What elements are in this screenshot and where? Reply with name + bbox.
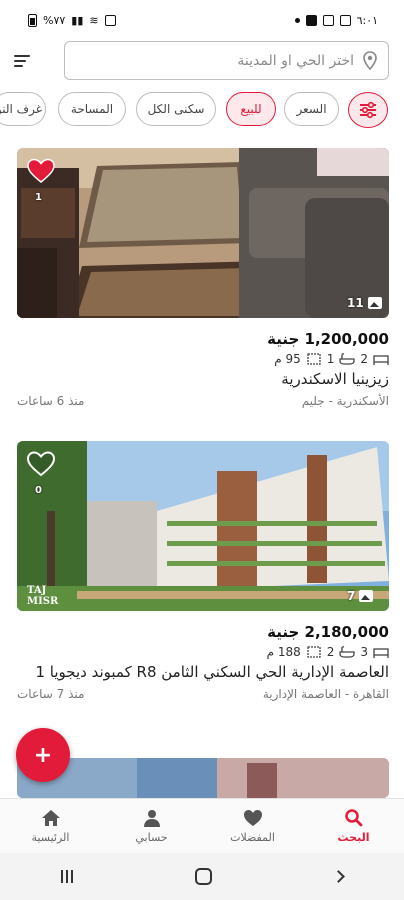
listing-card[interactable]: 1 11 1,200,000 جنية 2 1 95 م زيزينيا الا… xyxy=(17,148,389,408)
image-icon xyxy=(367,297,382,309)
listing-card-partial[interactable] xyxy=(17,758,389,798)
compound-building-photo xyxy=(17,441,389,611)
chip-residential[interactable]: سكنى الكل xyxy=(136,92,216,126)
watermark-top: TAJ xyxy=(27,585,47,596)
photo-count-badge: 7 xyxy=(347,589,374,603)
search-icon xyxy=(344,808,362,826)
area-value: 188 م xyxy=(266,645,301,659)
chip-bedrooms[interactable]: غرف النو xyxy=(0,92,46,126)
listing-price: 2,180,000 جنية xyxy=(267,623,389,641)
favorites-count: 1 xyxy=(35,192,42,203)
nav-account-label: حسابي xyxy=(135,830,168,844)
listing-price: 1,200,000 جنية xyxy=(267,330,389,348)
sim-icon xyxy=(104,14,116,26)
listing-photo[interactable] xyxy=(17,758,389,798)
listing-photo[interactable]: 0 TAJ MISR 7 xyxy=(17,441,389,611)
listing-time: منذ 6 ساعات xyxy=(17,394,85,408)
location-search-input[interactable]: اختر الحي او المدينة xyxy=(64,41,389,80)
chip-price[interactable]: السعر xyxy=(284,92,339,126)
favorites-count: 0 xyxy=(35,485,42,496)
sort-menu-button[interactable] xyxy=(14,50,36,72)
location-pin-icon xyxy=(363,50,377,70)
mail-icon xyxy=(322,14,334,26)
heart-icon xyxy=(243,809,262,826)
nav-home-label: الرئيسية xyxy=(31,830,70,844)
bathtub-icon xyxy=(339,353,356,365)
chip-for-sale[interactable]: للبيع xyxy=(226,92,276,126)
home-icon xyxy=(41,809,60,826)
status-bar: %٧٧ ▮▮ ≋ ٦:٠١ xyxy=(0,0,404,40)
search-placeholder: اختر الحي او المدينة xyxy=(237,52,354,69)
battery-level: %٧٧ xyxy=(43,13,66,27)
watermark-logo: TAJ MISR xyxy=(27,585,58,607)
listing-location: القاهرة - العاصمة الإدارية xyxy=(262,687,389,701)
interior-photo xyxy=(17,758,389,798)
battery-icon xyxy=(28,13,37,27)
search-row: اختر الحي او المدينة xyxy=(0,40,404,84)
photo-count: 11 xyxy=(347,296,364,310)
home-button-icon[interactable] xyxy=(195,868,212,885)
favorite-heart-icon[interactable] xyxy=(27,451,55,477)
bedrooms-count: 3 xyxy=(360,645,368,659)
wifi-icon: ≋ xyxy=(89,13,99,27)
bedrooms-count: 2 xyxy=(360,352,368,366)
bottom-navigation: الرئيسية حسابي المفضلات البحث xyxy=(0,798,404,853)
chip-area[interactable]: المساحة xyxy=(58,92,126,126)
photo-count-badge: 11 xyxy=(347,296,382,310)
person-icon xyxy=(143,809,160,827)
listing-specs: 2 1 95 م xyxy=(17,352,389,366)
filters-button[interactable] xyxy=(348,92,388,128)
add-listing-button[interactable]: + xyxy=(16,728,70,782)
status-indicators: %٧٧ ▮▮ ≋ xyxy=(28,13,116,27)
nav-account[interactable]: حسابي xyxy=(101,799,202,853)
listing-title[interactable]: زيزينيا الاسكندرية xyxy=(17,368,389,390)
listing-meta: منذ 6 ساعات الأسكندرية - جليم xyxy=(17,394,389,408)
listing-time: منذ 7 ساعات xyxy=(17,687,85,701)
status-notifications: ٦:٠١ xyxy=(294,13,378,27)
nav-home[interactable]: الرئيسية xyxy=(0,799,101,853)
area-icon xyxy=(307,646,321,658)
favorite-heart-icon[interactable] xyxy=(27,158,55,184)
signal-icon: ▮▮ xyxy=(71,13,84,27)
listing-card[interactable]: 0 TAJ MISR 7 2,180,000 جنية 3 2 188 م ال… xyxy=(17,441,389,701)
notification-dot-icon xyxy=(294,17,300,23)
recent-apps-icon[interactable] xyxy=(61,870,73,883)
listing-location: الأسكندرية - جليم xyxy=(301,394,389,408)
sliders-icon xyxy=(360,101,376,119)
system-navigation xyxy=(0,853,404,900)
living-room-photo xyxy=(17,148,389,318)
youtube-icon xyxy=(305,14,317,26)
image-icon xyxy=(359,590,374,602)
bathrooms-count: 1 xyxy=(326,352,335,366)
bed-icon xyxy=(373,355,389,365)
filter-chips: غرف النو المساحة سكنى الكل للبيع السعر xyxy=(0,92,404,128)
watermark-bottom: MISR xyxy=(27,596,59,607)
bathrooms-count: 2 xyxy=(326,645,335,659)
back-icon[interactable] xyxy=(332,870,345,883)
nav-search-label: البحث xyxy=(337,830,370,844)
listing-photo[interactable]: 1 11 xyxy=(17,148,389,318)
nav-favorites-label: المفضلات xyxy=(230,830,275,844)
listing-title[interactable]: العاصمة الإدارية الحي السكني الثامن R8 ك… xyxy=(17,661,389,683)
listing-meta: منذ 7 ساعات القاهرة - العاصمة الإدارية xyxy=(17,687,389,701)
clock: ٦:٠١ xyxy=(356,13,378,27)
nav-search[interactable]: البحث xyxy=(303,799,404,853)
bed-icon xyxy=(373,648,389,658)
gallery-icon xyxy=(339,14,351,26)
listing-specs: 3 2 188 م xyxy=(17,645,389,659)
area-value: 95 م xyxy=(274,352,301,366)
photo-count: 7 xyxy=(347,589,356,603)
bathtub-icon xyxy=(339,646,356,658)
area-icon xyxy=(307,353,321,365)
nav-favorites[interactable]: المفضلات xyxy=(202,799,303,853)
